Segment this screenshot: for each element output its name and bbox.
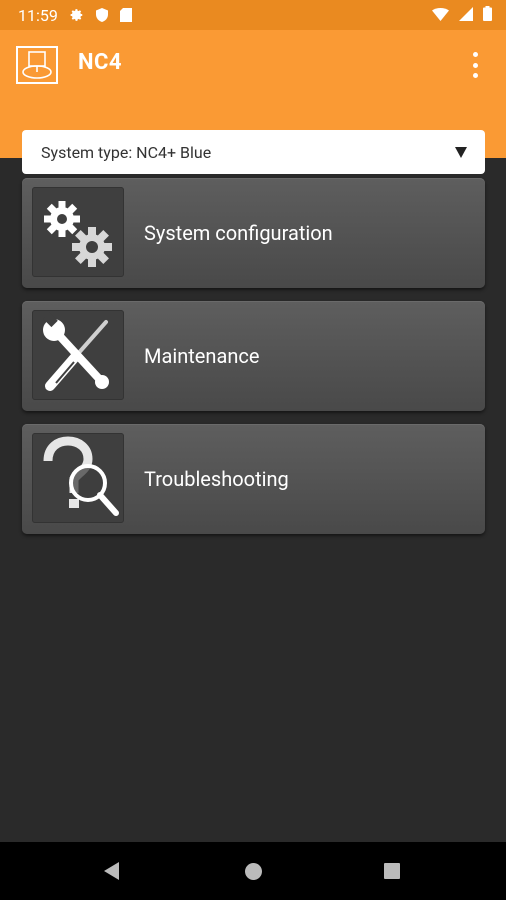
system-type-value: System type: NC4+ Blue [41,142,212,162]
navigation-bar [0,842,506,900]
question-magnifier-icon [32,433,124,523]
sim-card-icon [119,8,132,22]
gear-icon [70,8,84,22]
battery-icon [483,5,492,25]
wrench-screwdriver-icon [32,310,124,400]
app-title: NC4 [78,50,123,75]
signal-icon [459,6,473,25]
menu-label: System configuration [144,221,333,245]
back-icon[interactable] [104,862,119,880]
menu-label: Troubleshooting [144,467,289,491]
gears-icon [32,187,124,277]
status-time: 11:59 [18,5,58,25]
more-vertical-icon[interactable] [466,50,484,80]
nc4-logo-icon [16,46,58,84]
status-bar: 11:59 [0,0,506,30]
menu-label: Maintenance [144,344,260,368]
system-configuration-button[interactable]: System configuration [22,178,485,288]
wifi-icon [432,6,449,25]
shield-icon [95,8,108,22]
app-bar: NC4 System type: NC4+ Blue [0,30,506,174]
system-type-dropdown[interactable]: System type: NC4+ Blue [22,130,485,174]
dropdown-arrow-icon [455,146,467,158]
home-icon[interactable] [245,863,262,880]
maintenance-button[interactable]: Maintenance [22,301,485,411]
troubleshooting-button[interactable]: Troubleshooting [22,424,485,534]
recents-icon[interactable] [384,863,400,879]
